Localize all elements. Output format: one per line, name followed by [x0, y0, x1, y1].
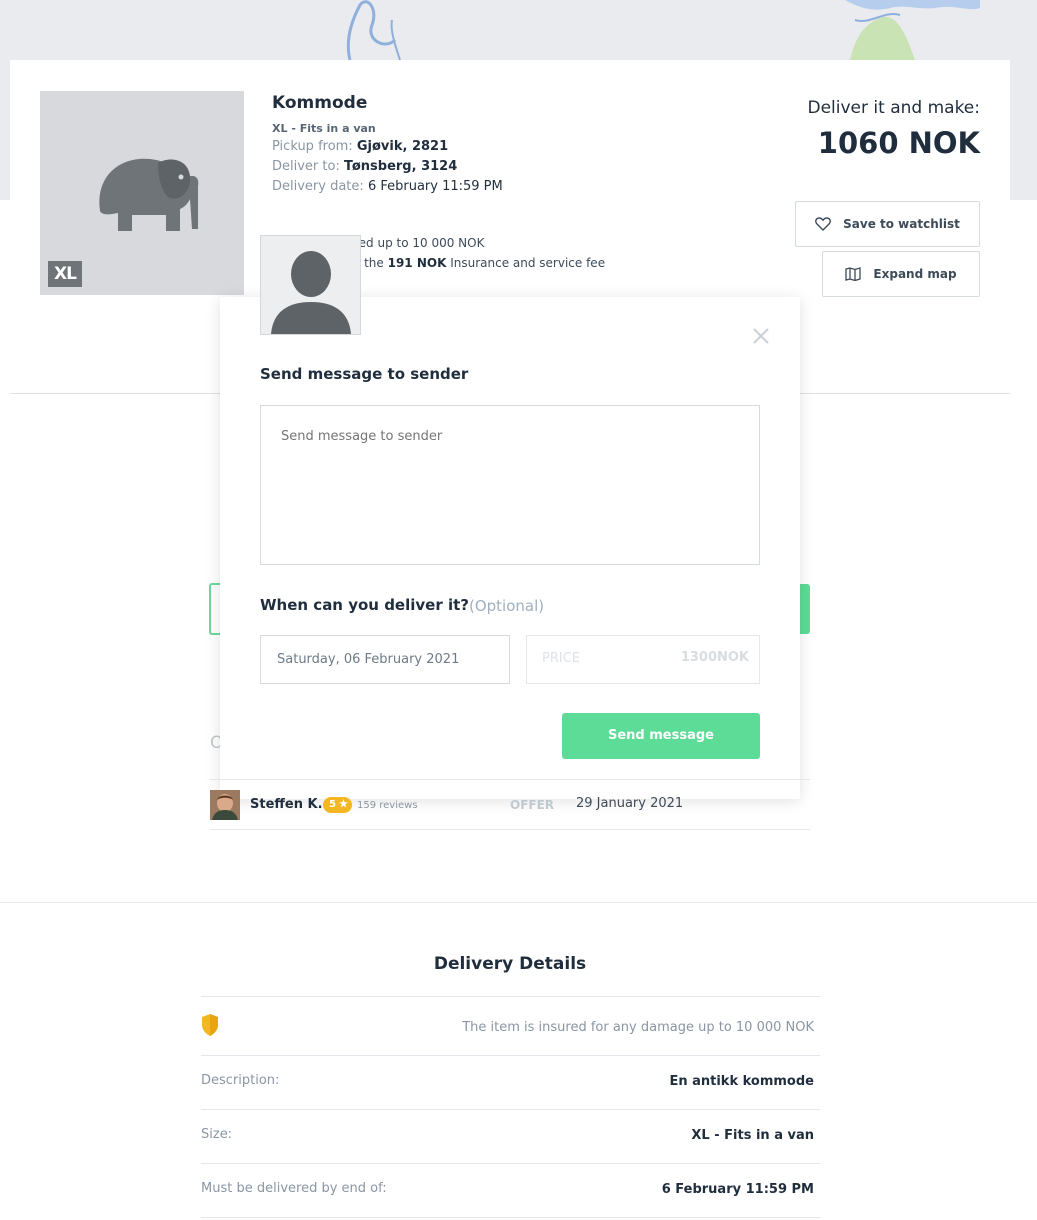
delivery-date-value: 6 February 11:59 PM: [367, 179, 503, 194]
description-label: Description:: [201, 1073, 280, 1088]
details-divider: [201, 1055, 820, 1056]
deliver-label: Deliver to:: [272, 159, 340, 174]
pickup-label: Pickup from:: [272, 139, 353, 154]
expand-map-button[interactable]: Expand map: [822, 251, 980, 297]
user-placeholder-icon: [271, 251, 351, 334]
offer-user-name[interactable]: Steffen K.: [250, 797, 323, 812]
delivery-details-title: Delivery Details: [433, 954, 587, 974]
fee-amount: 191 NOK: [387, 256, 447, 270]
item-title: Kommode: [272, 93, 368, 113]
insurance-note: The item is insured for any damage up to…: [462, 1020, 814, 1035]
description-value: En antikk kommode: [669, 1074, 814, 1089]
pickup-row: Pickup from: Gjøvik, 2821: [272, 139, 448, 154]
details-divider: [201, 1163, 820, 1164]
avatar-photo: [210, 790, 240, 820]
price-value: 1300NOK: [680, 650, 749, 665]
earnings-label: Deliver it and make:: [807, 98, 981, 118]
sender-avatar: [260, 235, 361, 335]
deliver-value: Tønsberg, 3124: [343, 159, 458, 174]
review-count: 159 reviews: [357, 800, 418, 811]
pickup-value: Gjøvik, 2821: [356, 139, 449, 154]
deadline-value: 6 February 11:59 PM: [661, 1182, 814, 1197]
send-message-button[interactable]: Send message: [562, 713, 760, 759]
deliver-row: Deliver to: Tønsberg, 3124: [272, 159, 457, 174]
offer-date: 29 January 2021: [576, 796, 684, 811]
delivery-when-label: When can you deliver it?: [260, 596, 469, 614]
delivery-date-row: Delivery date: 6 February 11:59 PM: [272, 179, 503, 194]
close-icon: [753, 328, 769, 344]
star-icon: [339, 799, 349, 808]
price-input[interactable]: PRICE 1300NOK: [526, 635, 760, 684]
earnings-price: 1060 NOK: [817, 126, 980, 160]
rating-value: 5: [329, 799, 336, 810]
heart-icon: [815, 217, 832, 231]
offer-row: Steffen K. 5 159 reviews OFFER 29 Januar…: [210, 779, 810, 830]
size-value: XL - Fits in a van: [691, 1128, 814, 1143]
deadline-label: Must be delivered by end of:: [201, 1181, 387, 1196]
details-divider: [201, 996, 820, 997]
delivery-date-picker[interactable]: Saturday, 06 February 2021: [260, 635, 510, 684]
avatar[interactable]: [210, 790, 240, 820]
item-size: XL - Fits in a van: [272, 122, 376, 135]
save-to-watchlist-button[interactable]: Save to watchlist: [795, 201, 980, 247]
details-divider: [201, 1109, 820, 1110]
modal-title: Send message to sender: [260, 365, 469, 383]
fee-suffix: Insurance and service fee: [450, 256, 606, 270]
close-modal-button[interactable]: [750, 325, 772, 347]
insurance-text: red up to 10 000 NOK: [354, 236, 485, 250]
item-thumbnail: XL: [40, 91, 244, 295]
rating-badge: 5: [323, 797, 352, 813]
size-label: Size:: [201, 1127, 233, 1142]
price-placeholder: PRICE: [542, 651, 580, 666]
offer-tag: OFFER: [510, 798, 555, 812]
watchlist-label: Save to watchlist: [843, 217, 960, 231]
size-badge: XL: [48, 261, 82, 287]
details-divider: [201, 1217, 820, 1218]
fee-text: s the 191 NOK Insurance and service fee: [354, 256, 605, 270]
section-divider: [0, 902, 1037, 903]
expand-map-label: Expand map: [873, 267, 957, 281]
optional-label: (Optional): [469, 597, 545, 615]
message-input[interactable]: [260, 405, 760, 565]
map-icon: [845, 267, 862, 281]
delivery-date-label: Delivery date:: [272, 179, 364, 194]
shield-icon: [202, 1014, 218, 1036]
make-offer-button-edge[interactable]: [799, 584, 810, 634]
